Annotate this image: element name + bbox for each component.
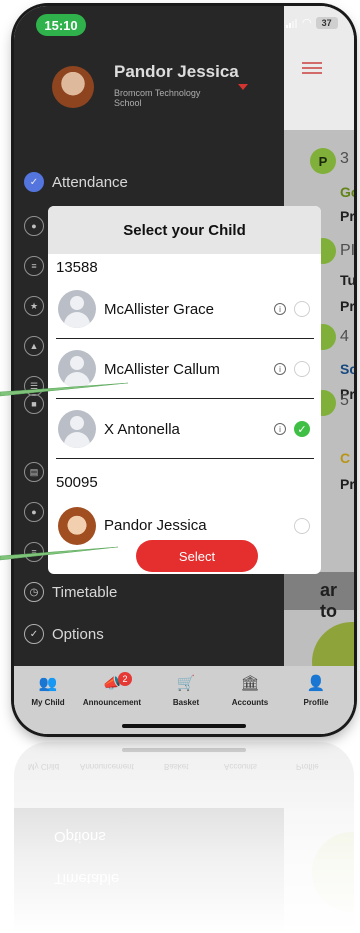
info-icon[interactable]: i [274, 363, 286, 375]
callout-arrow [0, 546, 119, 561]
cart-icon: 🛒 [176, 675, 196, 692]
status-time: 15:10 [36, 14, 86, 36]
nav-basket[interactable]: 🛒 Basket [154, 674, 218, 707]
battery-icon: 37 [315, 16, 338, 29]
nav-my-child[interactable]: 👥 My Child [16, 674, 80, 707]
avatar-placeholder-icon [58, 290, 96, 328]
child-name: McAllister Grace [104, 300, 215, 318]
group-id: 50095 [56, 474, 98, 491]
nav-label: My Child [31, 698, 65, 707]
avatar-placeholder-icon [58, 410, 96, 448]
child-name: X Antonella [104, 420, 180, 438]
group-id: 13588 [56, 259, 98, 276]
nav-accounts[interactable]: 🏛 Accounts [218, 674, 282, 707]
nav-label: Announcement [82, 698, 142, 707]
status-bar: 15:10 ◠ 37 [14, 6, 354, 42]
reflection-fade [0, 742, 360, 933]
megaphone-icon: 📣 [102, 675, 122, 692]
callout-arrow [0, 382, 129, 397]
signal-icon [286, 18, 298, 28]
nav-label: Accounts [231, 698, 269, 707]
nav-label: Basket [172, 698, 200, 707]
status-icons: ◠ 37 [286, 16, 338, 29]
nav-profile[interactable]: 👤 Profile [284, 674, 348, 707]
dialog-title: Select your Child [123, 221, 246, 239]
callout-arrow-shape [0, 382, 129, 397]
family-icon: 👥 [38, 675, 58, 692]
dialog-header: Select your Child [48, 206, 321, 254]
wifi-icon: ◠ [302, 17, 312, 29]
child-option[interactable]: McAllister Grace i [56, 280, 314, 339]
info-icon[interactable]: i [274, 423, 286, 435]
radio-checked-icon[interactable]: ✓ [294, 421, 310, 437]
person-icon: 👤 [306, 675, 326, 692]
nav-announcement[interactable]: 📣 2 Announcement [80, 672, 144, 707]
radio-button[interactable] [294, 361, 310, 377]
info-icon[interactable]: i [274, 303, 286, 315]
child-name: Pandor Jessica [104, 517, 207, 534]
notification-badge: 2 [118, 672, 132, 686]
callout-arrow-shape [0, 546, 119, 561]
bank-icon: 🏛 [240, 675, 260, 692]
select-button[interactable]: Select [136, 540, 258, 572]
screenshot-stage: P 3 Go Pr PI Tu Pr 4 Sc Pr 5 C Pr ar to … [0, 0, 360, 933]
home-indicator [122, 724, 246, 728]
nav-label: Profile [303, 698, 329, 707]
radio-button[interactable] [294, 517, 310, 534]
radio-button[interactable] [294, 301, 310, 317]
